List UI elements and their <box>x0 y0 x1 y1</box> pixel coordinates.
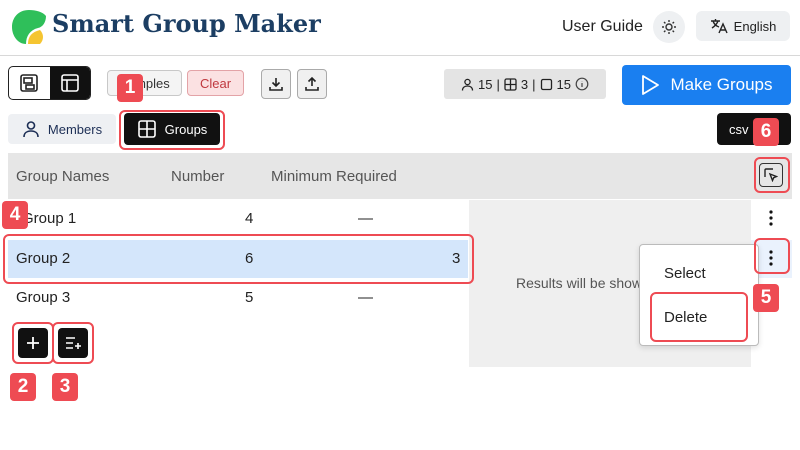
annotation-badge: 5 <box>753 284 779 312</box>
seat-count: 15 <box>556 76 571 92</box>
user-guide-link[interactable]: User Guide <box>562 18 643 36</box>
results-placeholder: Results will be shown here <box>516 275 646 291</box>
menu-item-select[interactable]: Select <box>664 265 706 282</box>
play-icon <box>640 74 660 96</box>
layout-split-icon <box>19 73 39 93</box>
sun-icon <box>661 19 677 35</box>
column-header-number[interactable]: Number <box>171 168 224 185</box>
annotation-badge: 2 <box>10 373 36 401</box>
tab-members-label: Members <box>47 121 103 137</box>
callout-highlight-selected-row <box>3 234 474 284</box>
annotation-badge: 4 <box>2 201 28 229</box>
view-table-button[interactable] <box>49 67 90 99</box>
clear-button[interactable]: Clear <box>187 70 244 96</box>
group-name-cell[interactable]: Group 1 <box>22 210 76 227</box>
square-icon <box>540 78 553 91</box>
row-menu-button[interactable] <box>761 206 781 230</box>
member-count: 15 <box>478 76 493 92</box>
annotation-badge: 6 <box>753 118 779 146</box>
group-name-cell[interactable]: Group 3 <box>16 289 70 306</box>
column-header-name[interactable]: Group Names <box>16 168 109 185</box>
info-icon[interactable] <box>575 77 589 91</box>
header-divider <box>0 55 800 56</box>
annotation-badge: 3 <box>52 373 78 401</box>
group-minimum-cell[interactable]: — <box>358 289 373 306</box>
make-groups-label: Make Groups <box>670 75 773 94</box>
view-split-button[interactable] <box>9 67 50 99</box>
person-icon <box>22 120 40 138</box>
language-label: English <box>733 18 777 34</box>
group-minimum-cell[interactable]: — <box>358 210 373 227</box>
layout-table-icon <box>60 73 80 93</box>
callout-highlight-delete <box>650 292 748 342</box>
grid-icon <box>504 77 517 91</box>
table-header <box>8 153 792 199</box>
tab-members[interactable]: Members <box>8 114 116 144</box>
person-icon <box>461 78 474 91</box>
leaf-logo-icon <box>10 8 48 46</box>
make-groups-button[interactable]: Make Groups <box>622 65 791 105</box>
theme-toggle-button[interactable] <box>653 11 685 43</box>
annotation-badge: 1 <box>117 74 143 102</box>
kebab-menu-icon <box>769 210 773 226</box>
callout-highlight-bulk-button <box>52 322 94 364</box>
callout-highlight-add-button <box>12 322 54 364</box>
callout-highlight-groups-tab <box>119 110 225 150</box>
callout-highlight-row-menu <box>754 238 790 274</box>
group-number-cell[interactable]: 5 <box>245 289 253 306</box>
group-number-cell[interactable]: 4 <box>245 210 253 227</box>
translate-icon <box>710 18 728 34</box>
upload-button[interactable] <box>297 69 327 99</box>
upload-icon <box>304 76 320 92</box>
callout-highlight-select-mode <box>754 157 790 193</box>
download-button[interactable] <box>261 69 291 99</box>
stats-summary: 15 | 3 | 15 <box>444 69 606 99</box>
app-title: Smart Group Maker <box>52 9 321 38</box>
download-icon <box>268 76 284 92</box>
view-mode-toggle[interactable] <box>8 66 91 100</box>
language-button[interactable]: English <box>696 11 790 41</box>
column-header-minimum[interactable]: Minimum Required <box>271 168 397 185</box>
group-count: 3 <box>520 76 529 92</box>
